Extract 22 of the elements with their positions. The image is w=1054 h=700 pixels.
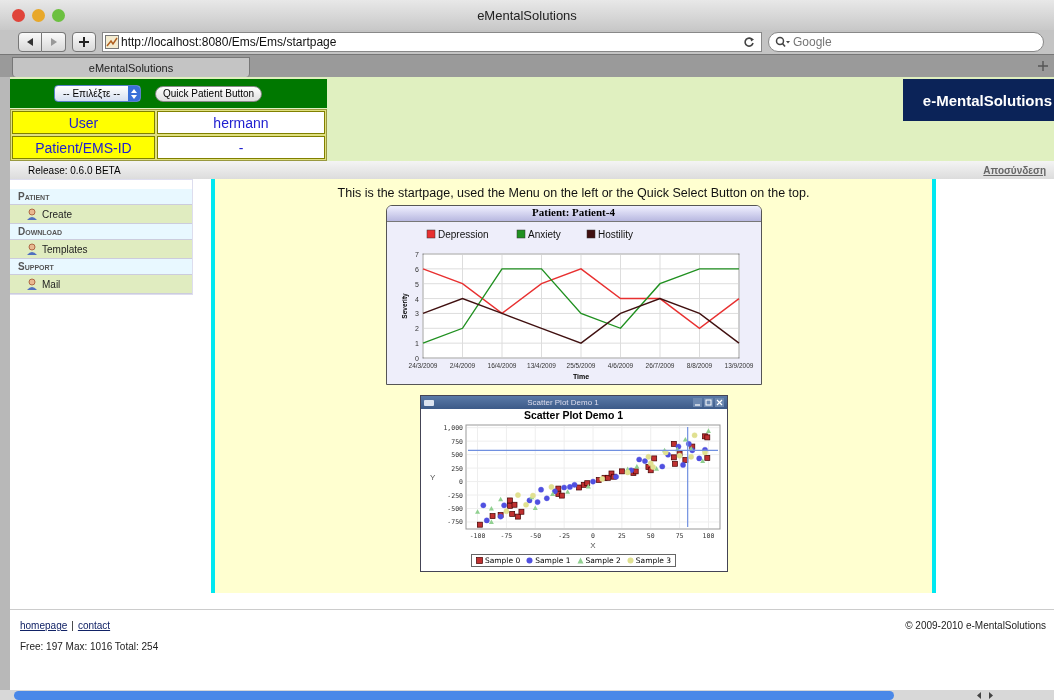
x-axis-label: X [589,541,596,550]
info-value: hermann [157,111,325,134]
legend-label: Depression [437,229,489,240]
sidebar-section-title: Download [10,224,192,240]
copyright-text: © 2009-2010 e-MentalSolutions [905,620,1046,631]
window-title: Scatter Plot Demo 1 [526,398,600,407]
legend-label: Anxiety [527,229,561,240]
chart-title: Scatter Plot Demo 1 [523,409,624,421]
memory-status: Free: 197 Max: 1016 Total: 254 [20,641,160,652]
site-logo: e-MentalSolutions [903,79,1054,121]
info-label: User [12,111,155,134]
legend-label: Hostility [597,229,633,240]
info-value: - [157,136,325,159]
sidebar-section-title: Patient [10,189,192,205]
intro-text: This is the startpage, used the Menu on the left or the Quick Select Button on the top. [337,186,810,200]
release-text: Release: 0.6.0 BETA [28,164,121,176]
chart-title: Patient: Patient-4 [386,206,761,222]
sidebar-section-title: Support [10,259,192,275]
info-label: Patient/EMS-ID [12,136,155,159]
link-separator: | [71,620,74,631]
y-axis-label: Y [429,473,435,482]
window-title: eMentalSolutions [477,7,577,23]
